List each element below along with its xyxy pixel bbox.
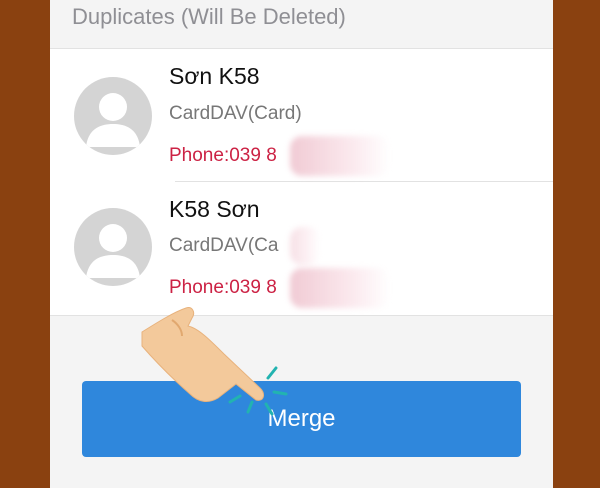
- avatar-placeholder-icon: [74, 208, 152, 286]
- avatar-placeholder-icon: [74, 77, 152, 155]
- pointing-hand-icon: [141, 307, 288, 416]
- contact-account: CardDAV(Card): [169, 103, 302, 124]
- section-header: Duplicates (Will Be Deleted): [72, 4, 346, 29]
- redaction-blur: [290, 227, 320, 265]
- contact-name: K58 Sơn: [169, 196, 260, 222]
- phone-screen: Duplicates (Will Be Deleted) Sơn K58 Car…: [50, 0, 553, 488]
- redaction-blur: [290, 268, 390, 308]
- contact-name: Sơn K58: [169, 63, 260, 89]
- frame-right: [553, 0, 600, 488]
- contact-account: CardDAV(Ca: [169, 235, 279, 256]
- frame-left: [0, 0, 50, 488]
- contact-phone: Phone:039 8: [169, 145, 277, 166]
- contact-phone: Phone:039 8: [169, 277, 277, 298]
- duplicates-list: Sơn K58 CardDAV(Card) Phone:039 8 K58 Sơ…: [50, 48, 553, 316]
- redaction-blur: [290, 136, 390, 176]
